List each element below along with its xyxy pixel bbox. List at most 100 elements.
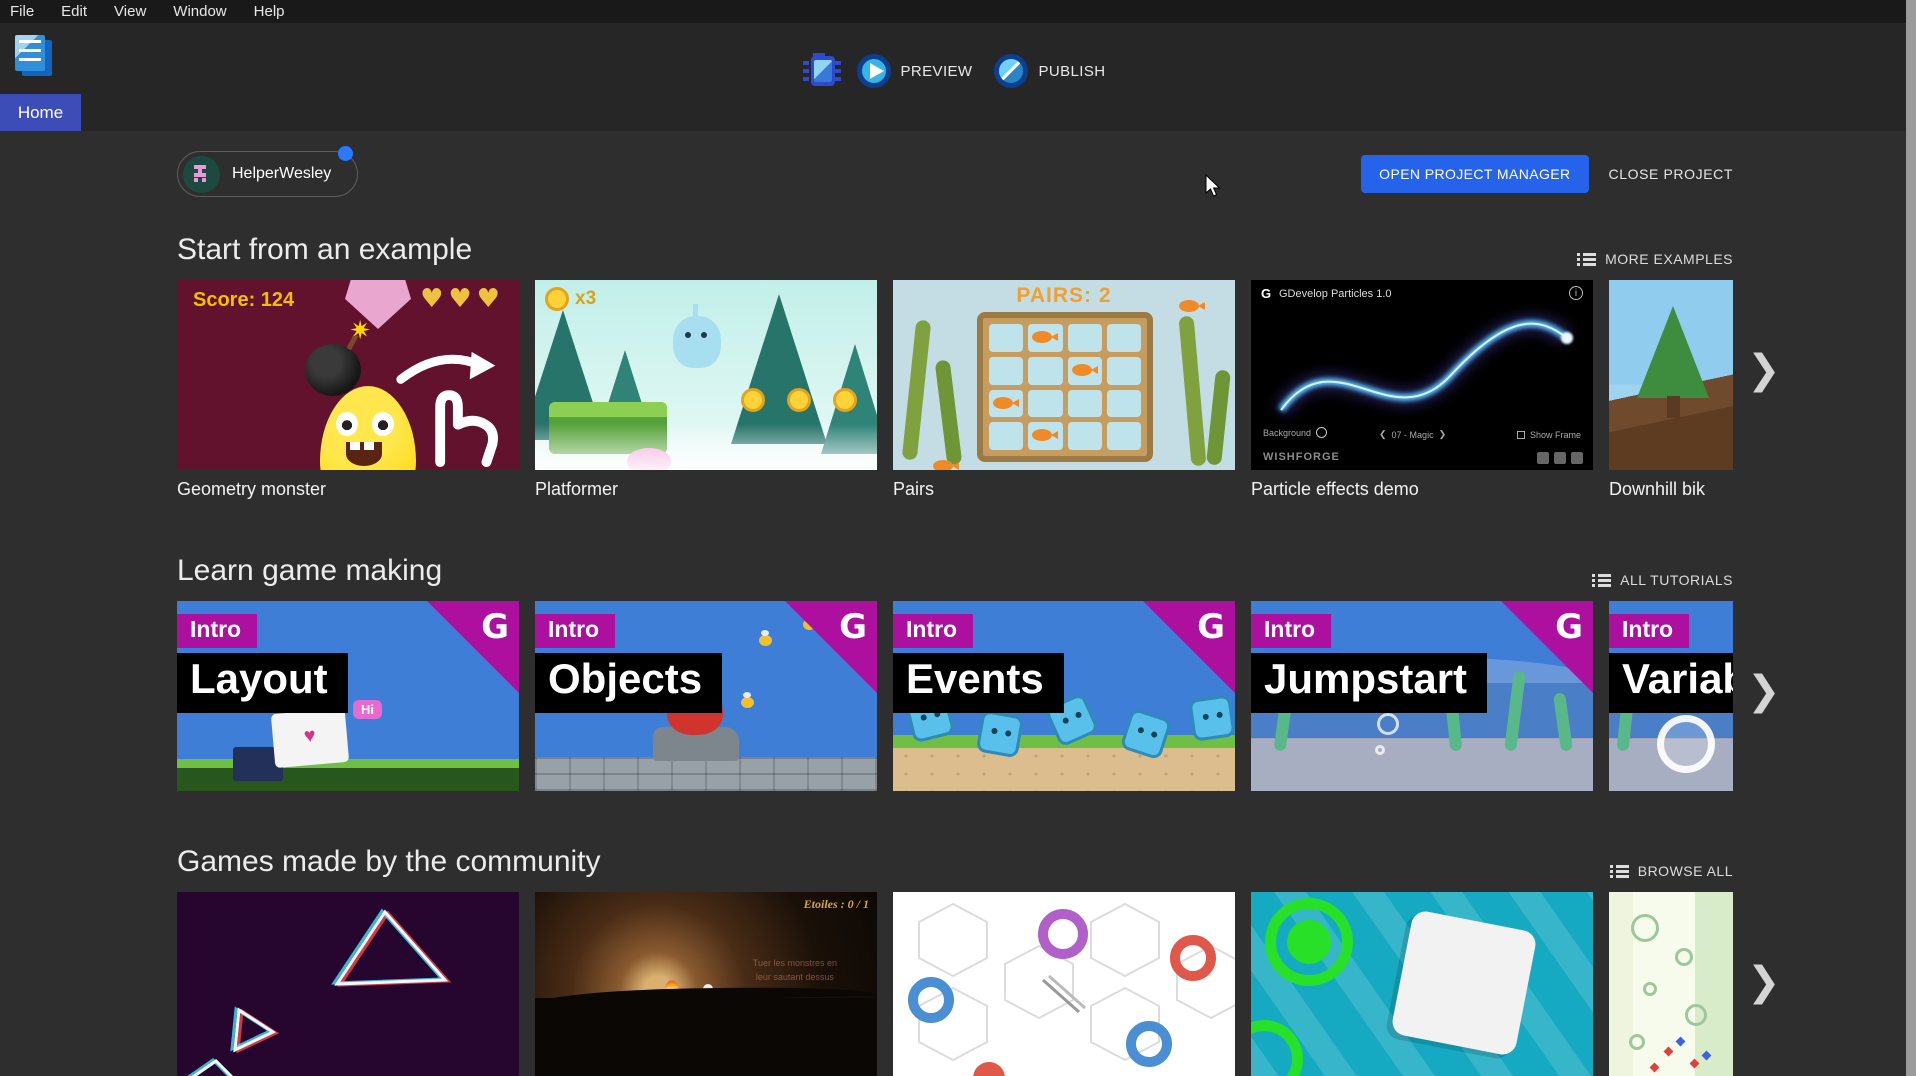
community-card-5[interactable] [1609, 892, 1733, 1076]
bee-icon [741, 697, 754, 708]
blue-character [673, 316, 721, 368]
scrollbar[interactable] [1906, 0, 1916, 1076]
all-tutorials-button[interactable]: ALL TUTORIALS [1592, 572, 1733, 588]
tutorial-card-objects[interactable]: G Intro Objects [535, 601, 877, 791]
intro-badge: Intro [1251, 614, 1331, 648]
community-card-1[interactable] [177, 892, 519, 1076]
community-card-3[interactable] [893, 892, 1235, 1076]
community-card-4[interactable] [1251, 892, 1593, 1076]
section-tutorials-header: Learn game making ALL TUTORIALS [177, 554, 1733, 588]
browse-all-button[interactable]: BROWSE ALL [1610, 863, 1733, 879]
publish-button[interactable]: PUBLISH [994, 54, 1105, 88]
gdevelop-g-icon: G [1197, 607, 1225, 647]
particle-trail [1251, 280, 1593, 470]
card-label: Geometry monster [177, 479, 519, 500]
menu-file[interactable]: File [10, 3, 34, 20]
examples-row: Score: 124 ♥♥♥ ✷ Geometry monste [177, 280, 1916, 500]
tutorials-scroll-right-button[interactable]: ❯ [1747, 671, 1781, 711]
more-examples-button[interactable]: MORE EXAMPLES [1577, 251, 1733, 267]
hi-bubble: Hi [353, 700, 382, 719]
notification-dot [338, 146, 353, 161]
gdevelop-g-icon: G [1555, 607, 1583, 647]
background-control: Background [1263, 427, 1327, 438]
intro-badge: Intro [1609, 614, 1689, 648]
hexagon-rings-thumbnail [893, 892, 1235, 1076]
preview-button[interactable]: PREVIEW [857, 54, 973, 88]
downhill-thumbnail: G [1609, 280, 1733, 470]
debug-icon [811, 56, 835, 86]
menu-help[interactable]: Help [254, 3, 285, 20]
tutorial-card-layout[interactable]: ♥ Hi G Intro Layout [177, 601, 519, 791]
list-icon [1610, 864, 1629, 878]
intro-badge: Intro [177, 614, 257, 648]
debug-button[interactable] [811, 56, 835, 86]
tab-bar: Home [0, 94, 81, 131]
section-title-tutorials: Learn game making [177, 554, 442, 588]
card-label: Pairs [893, 479, 1235, 500]
example-card-pairs[interactable]: PAIRS: 2 Pairs [893, 280, 1235, 500]
tutorial-title: Jumpstart [1251, 653, 1487, 713]
platformer-thumbnail: x3 [535, 280, 877, 470]
scene-selector: ❮07 - Magic❯ [1379, 429, 1446, 440]
ghost-ring [1657, 715, 1715, 773]
tab-home[interactable]: Home [0, 94, 81, 131]
list-icon [1577, 252, 1596, 266]
example-card-platformer[interactable]: x3 Platformer [535, 280, 877, 500]
publish-icon [994, 54, 1028, 88]
swipe-hand-icon [387, 340, 515, 468]
example-card-geometry-monster[interactable]: Score: 124 ♥♥♥ ✷ Geometry monste [177, 280, 519, 500]
bomb-icon: ✷ [305, 344, 361, 396]
community-row: Etoiles : 0 / 1 Tuer les monstres en leu… [177, 892, 1916, 1076]
geometry-monster-thumbnail: Score: 124 ♥♥♥ ✷ [177, 280, 519, 470]
play-icon [857, 54, 891, 88]
section-title-community: Games made by the community [177, 845, 601, 879]
neon-triangles-thumbnail [177, 892, 519, 1076]
tutorial-events-thumbnail: G Intro Events [893, 601, 1235, 791]
tutorial-title: Objects [535, 653, 722, 713]
social-icons [1537, 452, 1583, 464]
white-square [1390, 909, 1538, 1057]
tutorial-card-variables[interactable]: +1 G Intro Variab [1609, 601, 1733, 791]
list-icon [1592, 573, 1611, 587]
tutorials-row: ♥ Hi G Intro Layout G [177, 601, 1916, 791]
menu-view[interactable]: View [114, 3, 146, 20]
examples-scroll-right-button[interactable]: ❯ [1747, 350, 1781, 390]
bee-icon [759, 635, 772, 646]
menu-edit[interactable]: Edit [61, 3, 87, 20]
tutorial-layout-thumbnail: ♥ Hi G Intro Layout [177, 601, 519, 791]
more-examples-label: MORE EXAMPLES [1605, 251, 1733, 267]
publish-label: PUBLISH [1038, 63, 1105, 80]
tutorial-card-jumpstart[interactable]: G Intro Jumpstart [1251, 601, 1593, 791]
pairs-thumbnail: PAIRS: 2 [893, 280, 1235, 470]
bubbles-thumbnail [1609, 892, 1733, 1076]
close-project-button[interactable]: CLOSE PROJECT [1609, 166, 1734, 182]
rings-square-thumbnail [1251, 892, 1593, 1076]
avatar [183, 156, 220, 193]
tutorial-card-events[interactable]: G Intro Events [893, 601, 1235, 791]
username: HelperWesley [232, 165, 331, 183]
community-card-2[interactable]: Etoiles : 0 / 1 Tuer les monstres en leu… [535, 892, 877, 1076]
user-profile-button[interactable]: HelperWesley [177, 151, 358, 197]
laptop-graphic: ♥ [271, 708, 349, 768]
night-scene-thumbnail: Etoiles : 0 / 1 Tuer les monstres en leu… [535, 892, 877, 1076]
tutorial-title: Variab [1609, 653, 1733, 713]
intro-badge: Intro [893, 614, 973, 648]
example-card-downhill[interactable]: G Downhill bik [1609, 280, 1733, 500]
tutorial-objects-thumbnail: G Intro Objects [535, 601, 877, 791]
community-scroll-right-button[interactable]: ❯ [1747, 962, 1781, 1002]
intro-badge: Intro [535, 614, 615, 648]
stars-counter: Etoiles : 0 / 1 [804, 897, 869, 912]
gdevelop-g-icon: G [839, 607, 867, 647]
section-title-examples: Start from an example [177, 233, 472, 267]
preview-label: PREVIEW [901, 63, 973, 80]
example-card-particle-effects[interactable]: G GDevelop Particles 1.0 i Background ❮0… [1251, 280, 1593, 500]
coin-icon [545, 287, 569, 311]
menu-bar: File Edit View Window Help [0, 0, 1916, 23]
all-tutorials-label: ALL TUTORIALS [1620, 572, 1733, 588]
browse-all-label: BROWSE ALL [1638, 863, 1733, 879]
menu-window[interactable]: Window [173, 3, 226, 20]
card-label: Particle effects demo [1251, 479, 1593, 500]
gdevelop-g-icon: G [481, 607, 509, 647]
open-project-manager-button[interactable]: OPEN PROJECT MANAGER [1361, 155, 1588, 193]
tutorial-title: Events [893, 653, 1064, 713]
